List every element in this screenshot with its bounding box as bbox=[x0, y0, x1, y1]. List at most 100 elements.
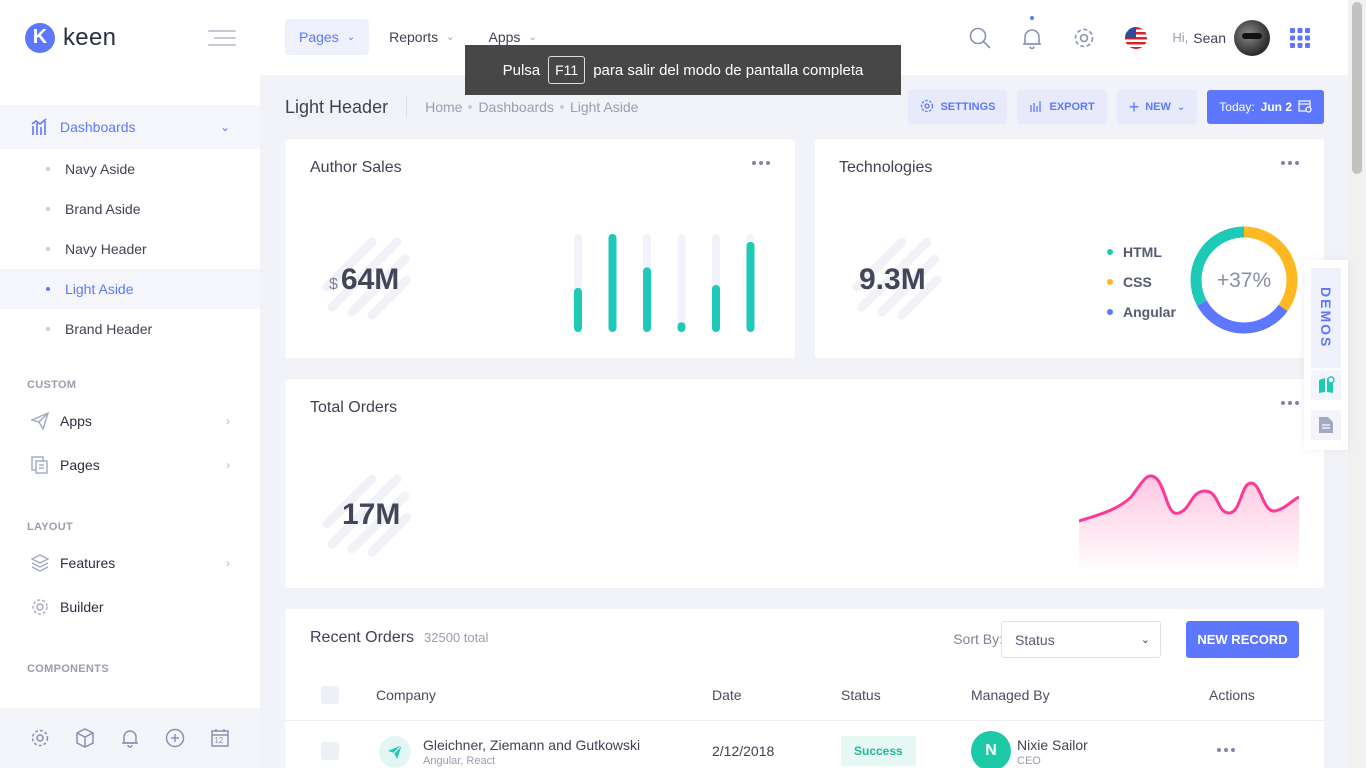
more-dots-icon[interactable] bbox=[1281, 161, 1299, 165]
subheader: Light Header Home Dashboards Light Aside… bbox=[285, 90, 1324, 124]
breadcrumb-separator bbox=[468, 105, 473, 109]
toast-text-before: Pulsa bbox=[502, 61, 541, 79]
header-menu-pages[interactable]: Pages ⌄ bbox=[285, 19, 370, 55]
header-menu-reports[interactable]: Reports ⌄ bbox=[375, 19, 468, 55]
us-flag-icon[interactable] bbox=[1110, 0, 1162, 75]
paper-plane-icon bbox=[30, 411, 50, 431]
calendar-day: 12 bbox=[214, 736, 224, 745]
menu-label: Pages bbox=[299, 29, 339, 45]
sidebar-item-label: Brand Aside bbox=[65, 201, 141, 217]
legend-item-angular: Angular bbox=[1107, 297, 1176, 327]
technologies-legend: HTML CSS Angular bbox=[1107, 237, 1176, 327]
sort-by-label: Sort By: bbox=[953, 631, 1003, 647]
toast-text-after: para salir del modo de pantalla completa bbox=[593, 61, 864, 79]
sidebar-subitem-navy-header[interactable]: Navy Header bbox=[0, 229, 260, 269]
bar-track bbox=[677, 234, 686, 332]
bullet-icon bbox=[46, 287, 50, 291]
sidebar-subitem-brand-header[interactable]: Brand Header bbox=[0, 309, 260, 349]
bar-chart-icon bbox=[1029, 99, 1043, 116]
technologies-value: 9.3M bbox=[859, 263, 926, 296]
bullet-icon bbox=[46, 207, 50, 211]
manager-name: Nixie Sailor bbox=[1017, 737, 1088, 753]
row-checkbox[interactable] bbox=[321, 742, 339, 760]
calendar-icon[interactable]: 12 bbox=[209, 727, 231, 749]
document-icon[interactable] bbox=[1311, 410, 1341, 440]
menu-label: Reports bbox=[389, 29, 439, 45]
new-record-button[interactable]: NEW RECORD bbox=[1186, 621, 1299, 658]
sidebar: K keen Dashboards ⌄ Navy Aside Brand Asi… bbox=[0, 0, 260, 768]
notification-dot bbox=[1030, 16, 1035, 20]
box-icon[interactable] bbox=[74, 727, 96, 749]
chevron-right-icon: › bbox=[226, 414, 230, 428]
column-header-company[interactable]: Company bbox=[376, 687, 436, 703]
settings-button[interactable]: SETTINGS bbox=[908, 90, 1008, 124]
bar bbox=[643, 267, 651, 332]
gear-icon[interactable] bbox=[1058, 0, 1110, 75]
gear-icon[interactable] bbox=[29, 727, 51, 749]
author-sales-card: Author Sales $64M bbox=[285, 139, 795, 358]
demos-tab[interactable]: DEMOS bbox=[1311, 268, 1341, 368]
aside-footer: 12 bbox=[0, 708, 260, 768]
sidebar-item-label: Builder bbox=[60, 599, 104, 615]
chevron-down-icon: ⌄ bbox=[528, 31, 537, 43]
book-icon[interactable] bbox=[1311, 370, 1341, 400]
demos-label: DEMOS bbox=[1318, 287, 1334, 349]
scrollbar-thumb[interactable] bbox=[1352, 2, 1362, 174]
chevron-down-icon: ⌄ bbox=[1140, 634, 1150, 646]
fullscreen-toast: Pulsa F11 para salir del modo de pantall… bbox=[465, 45, 901, 95]
apps-grid-icon[interactable] bbox=[1280, 0, 1320, 75]
more-dots-icon[interactable] bbox=[752, 161, 770, 165]
today-label: Today: bbox=[1219, 100, 1255, 114]
gear-icon bbox=[920, 99, 934, 116]
brand-name: keen bbox=[63, 23, 117, 51]
card-title: Total Orders bbox=[310, 399, 398, 416]
aside-toggle-icon[interactable] bbox=[208, 28, 236, 48]
column-header-managed-by[interactable]: Managed By bbox=[971, 687, 1050, 703]
recent-orders-card: Recent Orders 32500 total Sort By: Statu… bbox=[285, 609, 1324, 768]
manager-cell: Nixie Sailor CEO bbox=[1017, 737, 1088, 767]
column-header-status[interactable]: Status bbox=[841, 687, 881, 703]
sidebar-subitem-navy-aside[interactable]: Navy Aside bbox=[0, 149, 260, 189]
sidebar-item-builder[interactable]: Builder bbox=[0, 585, 260, 629]
legend-dot bbox=[1107, 309, 1113, 315]
user-menu[interactable]: Hi, Sean bbox=[1172, 19, 1270, 56]
table-divider bbox=[285, 720, 1324, 721]
bar bbox=[608, 234, 617, 332]
sidebar-subitem-brand-aside[interactable]: Brand Aside bbox=[0, 189, 260, 229]
date-picker-button[interactable]: Today: Jun 2 bbox=[1207, 90, 1324, 124]
chevron-right-icon: › bbox=[226, 556, 230, 570]
manager-role: CEO bbox=[1017, 755, 1041, 767]
new-button[interactable]: + NEW ⌄ bbox=[1116, 90, 1198, 124]
more-dots-icon[interactable] bbox=[1281, 401, 1299, 405]
sidebar-item-label: Navy Aside bbox=[65, 161, 136, 177]
plus-circle-icon[interactable] bbox=[164, 727, 186, 749]
sidebar-subitem-light-aside[interactable]: Light Aside bbox=[0, 269, 260, 309]
bullet-icon bbox=[46, 327, 50, 331]
chevron-down-icon: ⌄ bbox=[446, 31, 455, 43]
breadcrumb-light-aside[interactable]: Light Aside bbox=[570, 99, 639, 115]
row-actions-dots-icon[interactable] bbox=[1217, 748, 1235, 752]
sidebar-item-features[interactable]: Features › bbox=[0, 541, 260, 585]
breadcrumb: Home Dashboards Light Aside bbox=[425, 99, 638, 115]
company-name[interactable]: Gleichner, Ziemann and Gutkowski bbox=[423, 737, 640, 753]
date-cell: 2/12/2018 bbox=[712, 743, 775, 759]
page-scrollbar[interactable] bbox=[1348, 0, 1366, 768]
notifications-bell-icon[interactable] bbox=[1006, 0, 1058, 75]
status-badge: Success bbox=[841, 736, 916, 766]
search-icon[interactable] bbox=[954, 0, 1006, 75]
select-all-checkbox[interactable] bbox=[321, 686, 339, 704]
total-orders-value: 17M bbox=[342, 498, 401, 531]
sidebar-item-pages[interactable]: Pages › bbox=[0, 443, 260, 487]
column-header-date[interactable]: Date bbox=[712, 687, 742, 703]
chevron-down-icon: ⌄ bbox=[219, 120, 230, 134]
bell-icon[interactable] bbox=[119, 727, 141, 749]
sidebar-item-apps[interactable]: Apps › bbox=[0, 399, 260, 443]
brand-logo[interactable]: K keen bbox=[25, 22, 117, 53]
column-header-actions: Actions bbox=[1209, 687, 1255, 703]
status-select[interactable]: Status ⌄ bbox=[1001, 621, 1161, 658]
sidebar-item-dashboards[interactable]: Dashboards ⌄ bbox=[0, 105, 260, 149]
breadcrumb-home[interactable]: Home bbox=[425, 99, 462, 115]
export-button[interactable]: EXPORT bbox=[1017, 90, 1107, 124]
breadcrumb-dashboards[interactable]: Dashboards bbox=[478, 99, 554, 115]
bar bbox=[677, 322, 686, 332]
